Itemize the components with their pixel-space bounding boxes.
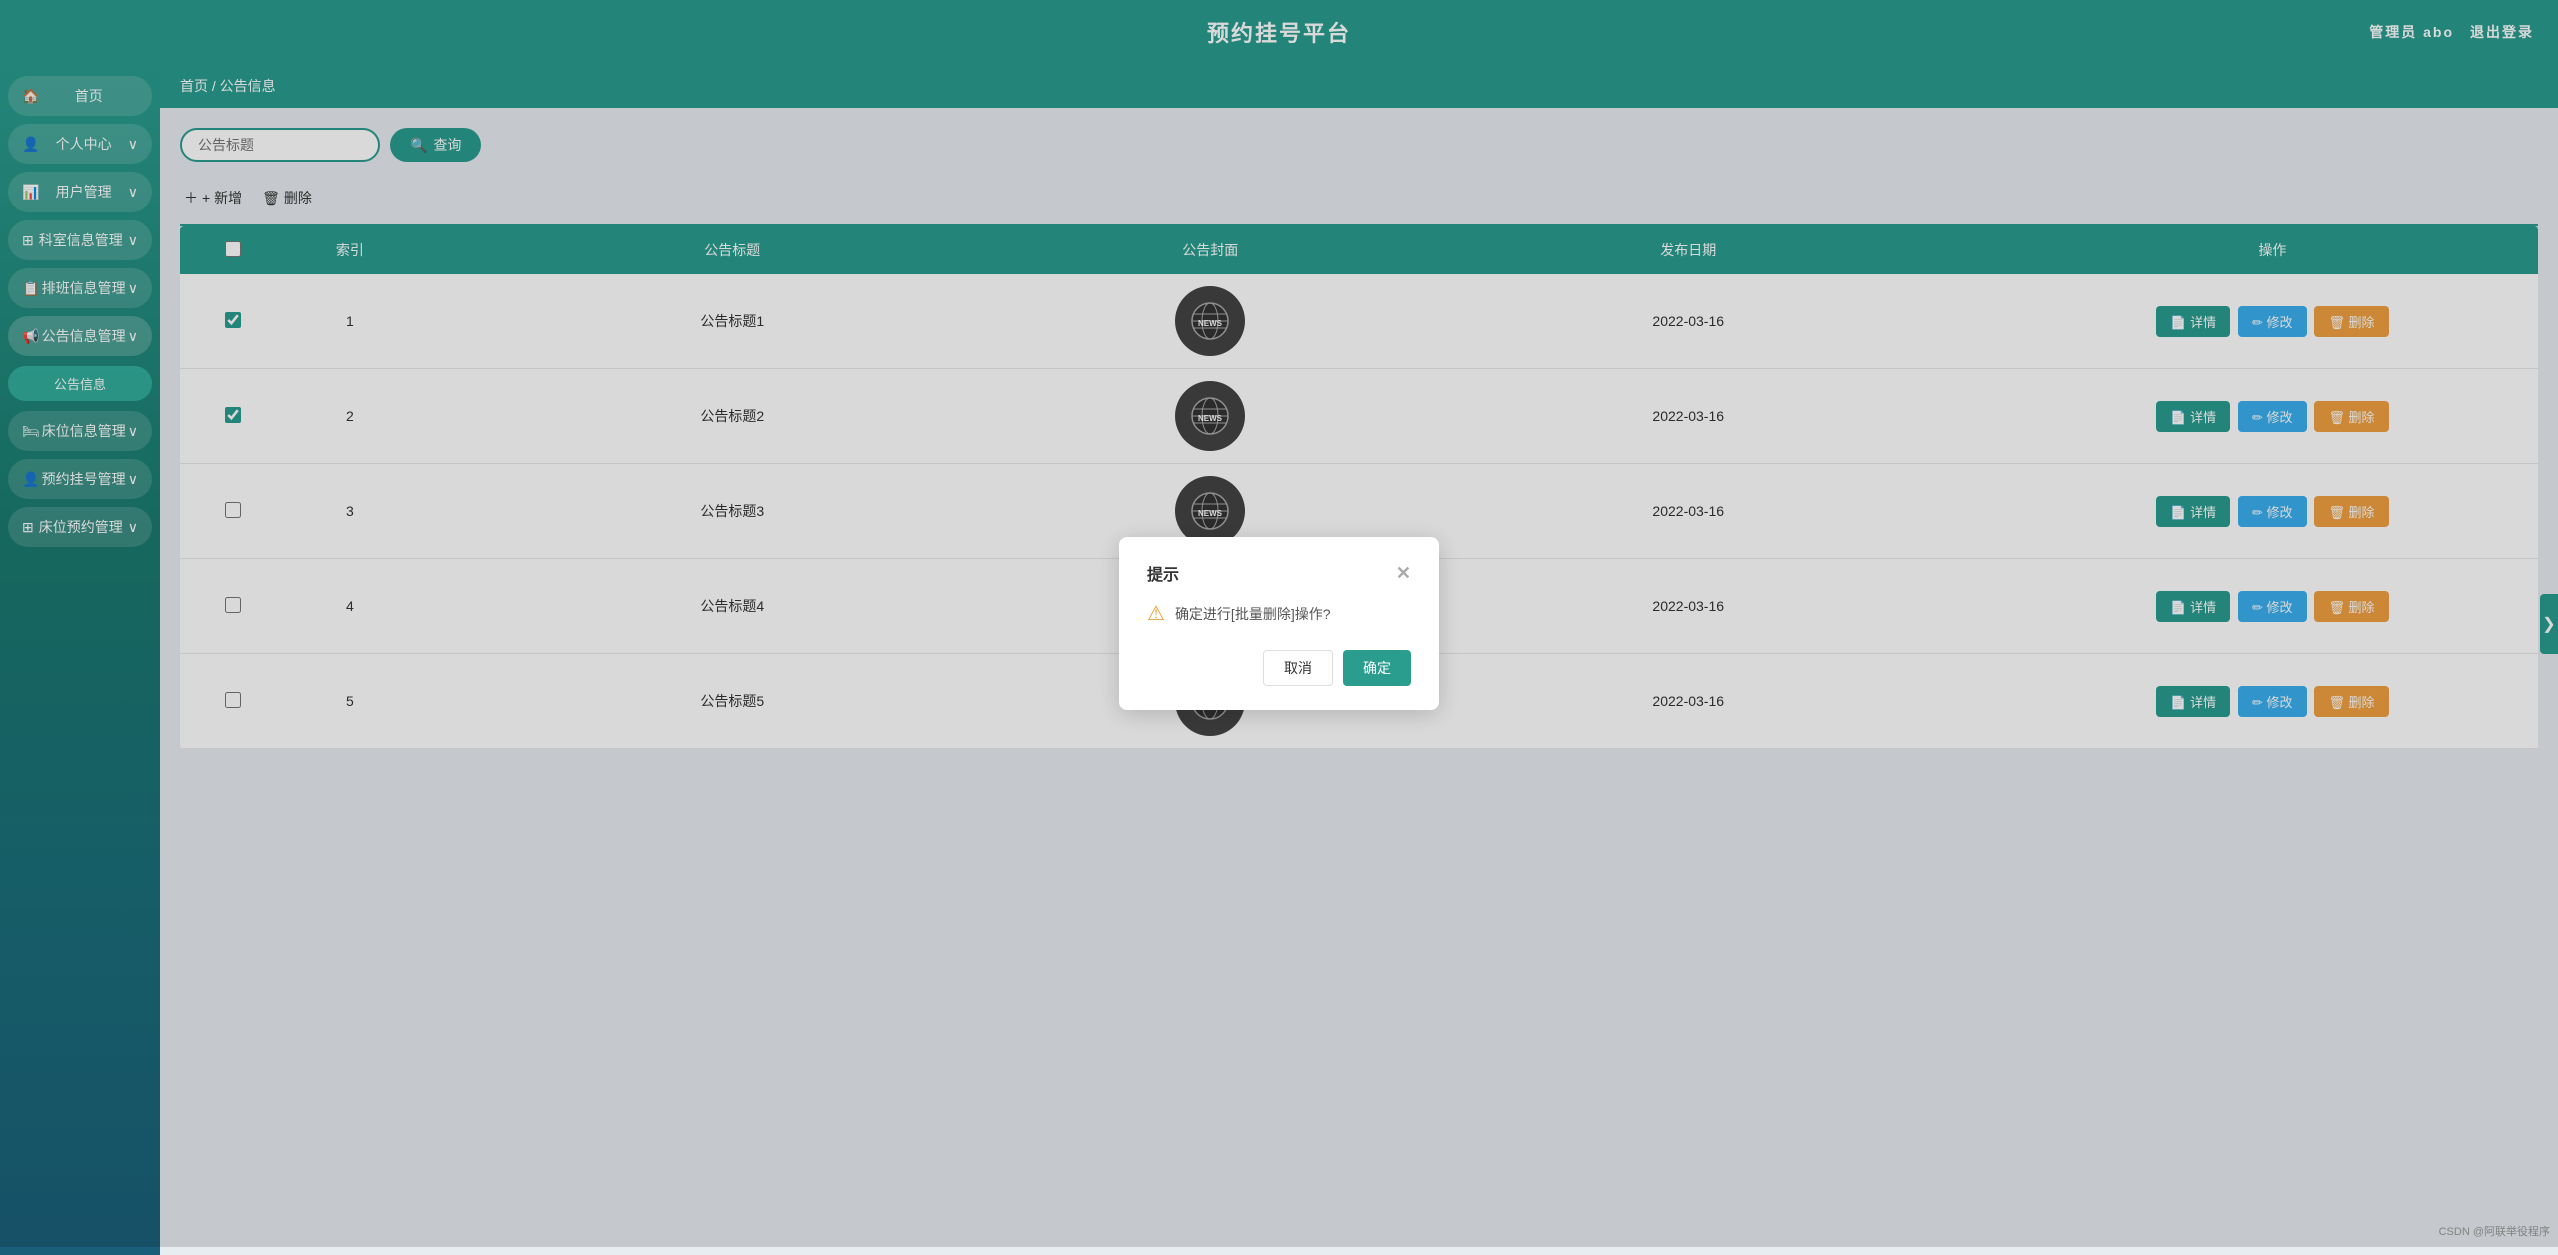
modal-title: 提示 ✕ [1147, 561, 1411, 585]
modal-cancel-button[interactable]: 取消 [1263, 650, 1333, 686]
modal-message: 确定进行[批量删除]操作? [1175, 604, 1331, 624]
warning-icon: ⚠ [1147, 601, 1165, 626]
confirm-modal: 提示 ✕ ⚠ 确定进行[批量删除]操作? 取消 确定 [1119, 537, 1439, 710]
modal-close-icon[interactable]: ✕ [1396, 564, 1411, 582]
modal-confirm-button[interactable]: 确定 [1343, 650, 1411, 686]
modal-body: ⚠ 确定进行[批量删除]操作? [1147, 601, 1411, 626]
modal-footer: 取消 确定 [1147, 650, 1411, 686]
modal-overlay: 提示 ✕ ⚠ 确定进行[批量删除]操作? 取消 确定 [0, 0, 2558, 1247]
